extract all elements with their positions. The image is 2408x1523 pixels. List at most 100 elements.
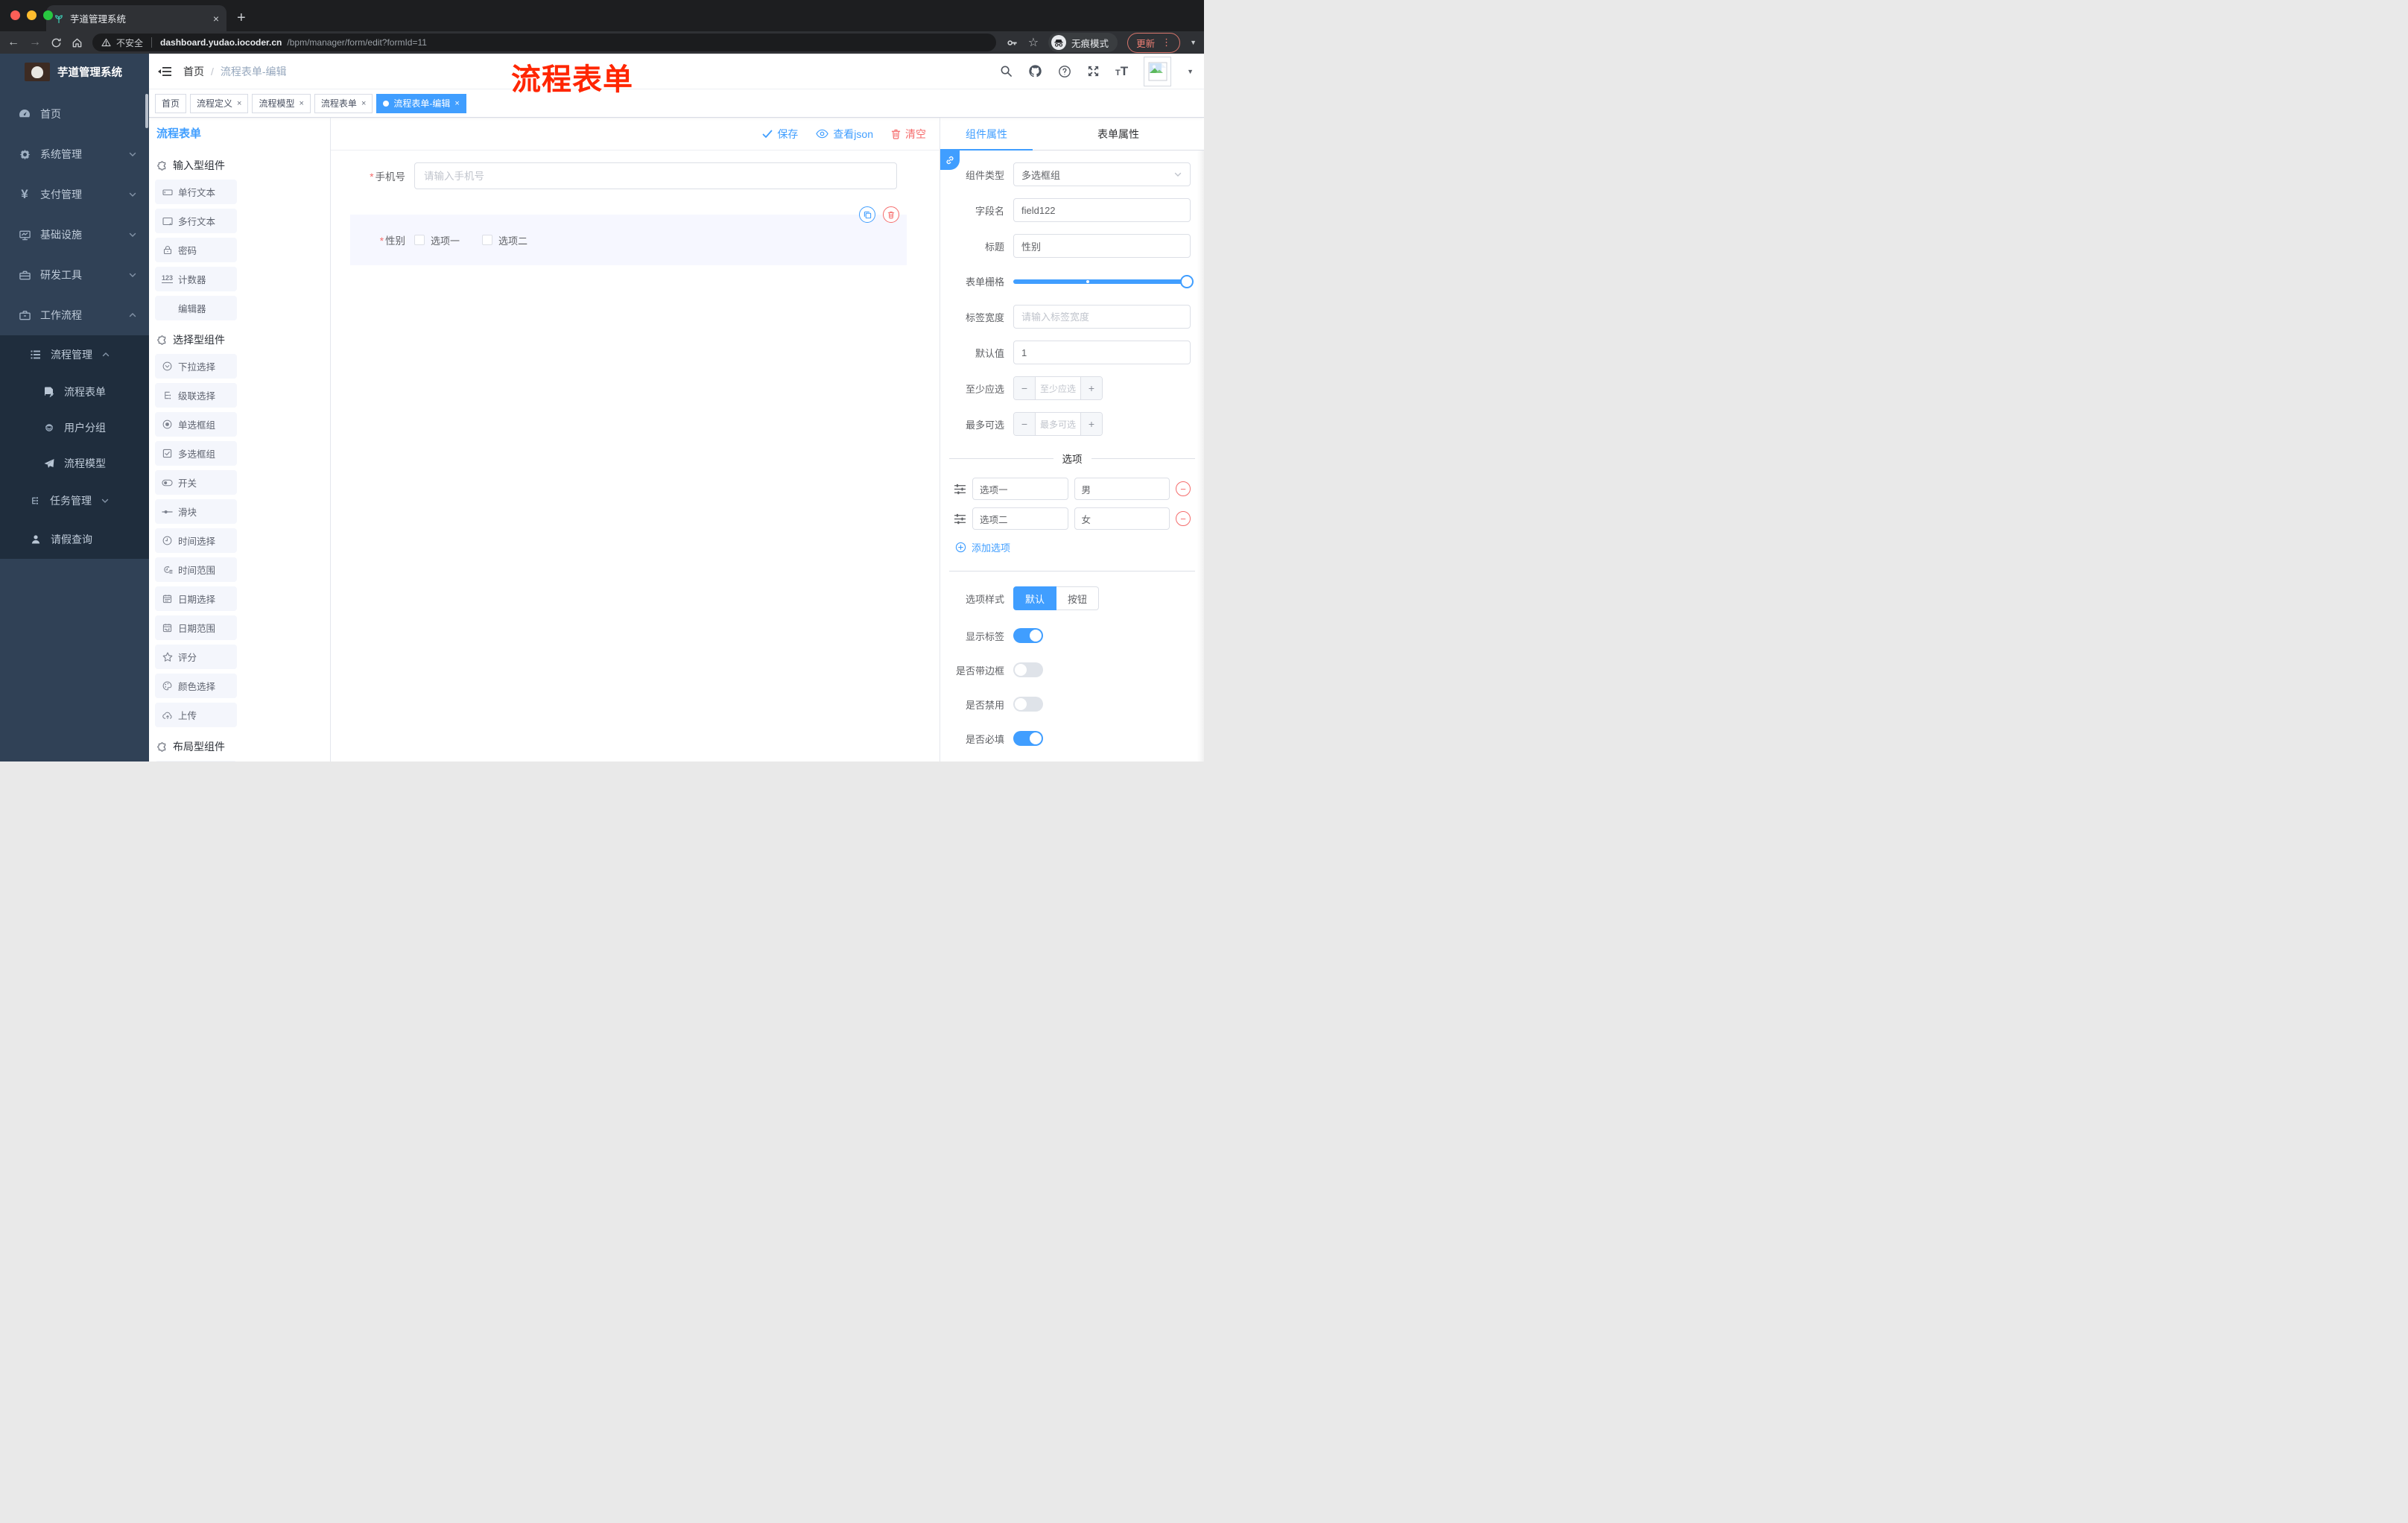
help-icon[interactable] <box>1058 65 1071 78</box>
required-toggle[interactable] <box>1013 731 1043 746</box>
fullscreen-icon[interactable] <box>1087 65 1100 77</box>
title-input[interactable] <box>1013 234 1191 258</box>
canvas-field-phone[interactable]: * 手机号 <box>331 162 897 189</box>
password-key-icon[interactable] <box>1006 37 1018 49</box>
palette-item-date-picker[interactable]: 日期选择 <box>155 586 237 611</box>
palette-item-select[interactable]: 下拉选择 <box>155 354 237 379</box>
tag-close-icon[interactable]: × <box>299 99 303 108</box>
increase-button[interactable]: + <box>1081 413 1102 435</box>
sidebar-item-payment[interactable]: ¥ 支付管理 <box>0 174 149 215</box>
form-grid-slider[interactable] <box>1013 274 1194 288</box>
tag-close-icon[interactable]: × <box>237 99 241 108</box>
style-default-button[interactable]: 默认 <box>1013 586 1057 610</box>
palette-item-editor[interactable]: 编辑器 <box>155 296 237 320</box>
palette-item-color-picker[interactable]: 颜色选择 <box>155 674 237 698</box>
option-label-input[interactable] <box>972 478 1068 500</box>
drag-handle-icon[interactable] <box>954 513 966 525</box>
add-option-button[interactable]: 添加选项 <box>955 540 1191 554</box>
reload-icon[interactable] <box>51 37 62 48</box>
view-json-button[interactable]: 查看json <box>816 127 873 142</box>
sidebar-item-workflow[interactable]: 工作流程 <box>0 295 149 335</box>
github-icon[interactable] <box>1028 64 1042 78</box>
palette-item-row-container[interactable]: 行容器 <box>155 761 237 762</box>
clear-button[interactable]: 清空 <box>891 127 926 142</box>
label-width-input[interactable] <box>1013 305 1191 329</box>
palette-item-password[interactable]: 密码 <box>155 238 237 262</box>
remove-option-button[interactable]: − <box>1176 511 1191 526</box>
tag-process-model[interactable]: 流程模型 × <box>252 93 311 113</box>
default-value-input[interactable] <box>1013 341 1191 364</box>
zoom-window-button[interactable] <box>43 10 53 20</box>
tag-process-form[interactable]: 流程表单 × <box>314 93 373 113</box>
palette-item-textarea[interactable]: 多行文本 <box>155 209 237 233</box>
sidebar-item-home[interactable]: 首页 <box>0 94 149 134</box>
palette-item-slider[interactable]: 滑块 <box>155 499 237 524</box>
field-name-input[interactable] <box>1013 198 1191 222</box>
tag-close-icon[interactable]: × <box>361 99 366 108</box>
sidebar-item-leave-query[interactable]: 请假查询 <box>0 520 149 559</box>
avatar[interactable] <box>1144 56 1172 86</box>
bookmark-star-icon[interactable]: ☆ <box>1028 35 1039 50</box>
sidebar-item-process-model[interactable]: 流程模型 <box>0 446 149 481</box>
palette-item-single-text[interactable]: 单行文本 <box>155 180 237 204</box>
forward-icon[interactable]: → <box>29 37 41 48</box>
back-icon[interactable]: ← <box>7 37 19 48</box>
search-icon[interactable] <box>1000 65 1013 77</box>
sidebar-item-task-mgmt[interactable]: 任务管理 <box>0 481 149 520</box>
sidebar-scrollbar[interactable] <box>145 94 148 128</box>
palette-item-date-range[interactable]: 日期范围 <box>155 615 237 640</box>
gender-option-1-checkbox[interactable]: 选项一 <box>414 233 460 247</box>
phone-field-input[interactable] <box>414 162 897 189</box>
sidebar-item-user-group[interactable]: 用户分组 <box>0 410 149 446</box>
increase-button[interactable]: + <box>1081 377 1102 399</box>
drag-handle-icon[interactable] <box>954 484 966 495</box>
tab-component-props[interactable]: 组件属性 <box>940 118 1033 151</box>
component-type-select[interactable]: 多选框组 <box>1013 162 1191 186</box>
browser-menu-icon[interactable]: ⋮ <box>1162 37 1171 48</box>
show-label-toggle[interactable] <box>1013 628 1043 643</box>
tag-close-icon[interactable]: × <box>454 99 459 108</box>
home-icon[interactable] <box>72 37 83 48</box>
address-bar[interactable]: 不安全 dashboard.yudao.iocoder.cn/bpm/manag… <box>92 34 996 51</box>
tag-process-definition[interactable]: 流程定义 × <box>190 93 249 113</box>
browser-update-button[interactable]: 更新 ⋮ <box>1127 32 1181 53</box>
palette-item-counter[interactable]: 123 计数器 <box>155 267 237 291</box>
avatar-caret-icon[interactable]: ▼ <box>1187 68 1194 75</box>
style-button-button[interactable]: 按钮 <box>1056 586 1100 610</box>
decrease-button[interactable]: − <box>1014 377 1035 399</box>
close-window-button[interactable] <box>10 10 20 20</box>
palette-item-rate[interactable]: 评分 <box>155 645 237 669</box>
sidebar-item-process-form[interactable]: 流程表单 <box>0 374 149 410</box>
sidebar-logo[interactable]: 芋道管理系统 <box>0 54 149 89</box>
option-label-input[interactable] <box>972 507 1068 530</box>
sidebar-item-process-mgmt[interactable]: 流程管理 <box>0 335 149 374</box>
tab-close-icon[interactable]: × <box>213 13 219 25</box>
chrome-caret-icon[interactable]: ▼ <box>1190 39 1197 46</box>
palette-item-upload[interactable]: 上传 <box>155 703 237 727</box>
sidebar-item-devtools[interactable]: 研发工具 <box>0 255 149 295</box>
security-label[interactable]: 不安全 <box>116 37 143 49</box>
sidebar-item-infra[interactable]: 基础设施 <box>0 215 149 255</box>
delete-field-button[interactable] <box>883 206 899 223</box>
tag-process-form-edit[interactable]: 流程表单-编辑 × <box>376 93 466 113</box>
copy-field-button[interactable] <box>859 206 875 223</box>
save-button[interactable]: 保存 <box>762 127 798 142</box>
palette-item-switch[interactable]: 开关 <box>155 470 237 495</box>
min-select-value[interactable]: 至少应选 <box>1035 377 1081 399</box>
remove-option-button[interactable]: − <box>1176 481 1191 496</box>
security-warning-icon[interactable] <box>101 38 111 47</box>
disabled-toggle[interactable] <box>1013 697 1043 712</box>
palette-item-cascader[interactable]: 级联选择 <box>155 383 237 408</box>
tab-form-props[interactable]: 表单属性 <box>1033 118 1204 150</box>
font-size-icon[interactable]: TT <box>1115 65 1128 77</box>
option-value-input[interactable] <box>1074 507 1170 530</box>
option-value-input[interactable] <box>1074 478 1170 500</box>
canvas-field-gender-selected[interactable]: * 性别 选项一 选项二 <box>350 206 907 265</box>
palette-item-checkbox-group[interactable]: 多选框组 <box>155 441 237 466</box>
sidebar-item-system[interactable]: 系统管理 <box>0 134 149 174</box>
new-tab-button[interactable]: + <box>237 10 246 31</box>
decrease-button[interactable]: − <box>1014 413 1035 435</box>
window-controls[interactable] <box>10 10 53 20</box>
palette-item-radio-group[interactable]: 单选框组 <box>155 412 237 437</box>
border-toggle[interactable] <box>1013 662 1043 677</box>
